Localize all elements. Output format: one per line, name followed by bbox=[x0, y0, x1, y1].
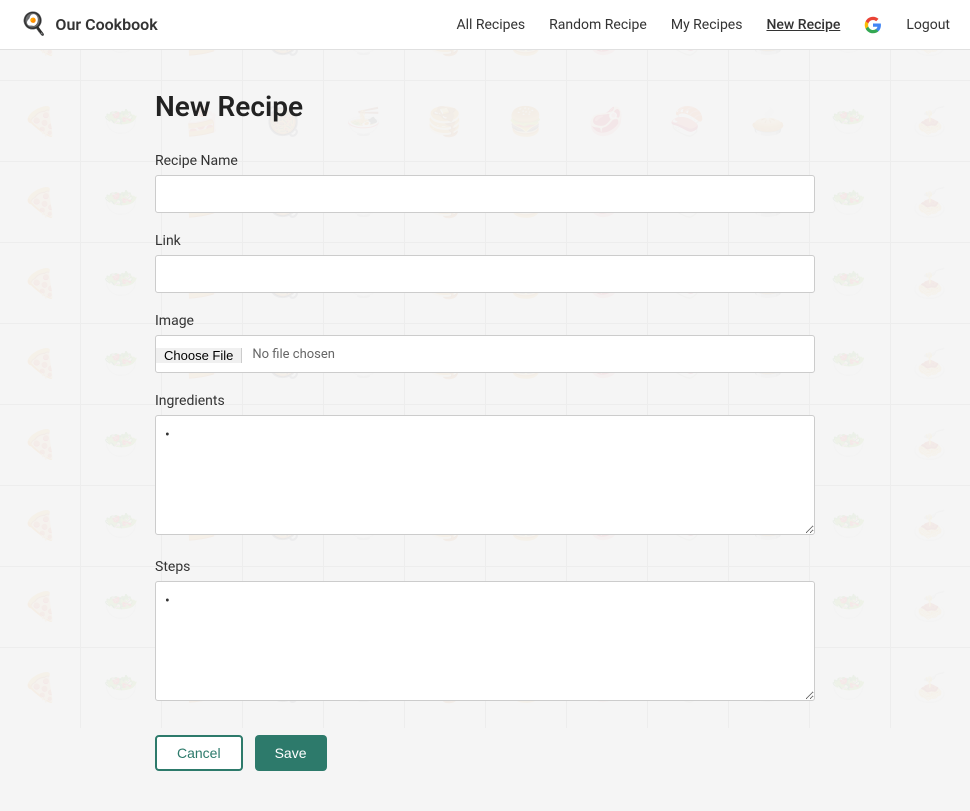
image-label: Image bbox=[155, 313, 815, 329]
nav-links: All Recipes Random Recipe My Recipes New… bbox=[456, 16, 950, 34]
main-content: New Recipe Recipe Name Link Image Choose… bbox=[135, 50, 835, 811]
recipe-name-group: Recipe Name bbox=[155, 153, 815, 213]
link-label: Link bbox=[155, 233, 815, 249]
nav-new-recipe[interactable]: New Recipe bbox=[766, 17, 840, 33]
ingredients-group: Ingredients • bbox=[155, 393, 815, 539]
logout-button[interactable]: Logout bbox=[906, 17, 950, 33]
navbar: 🍳 Our Cookbook All Recipes Random Recipe… bbox=[0, 0, 970, 50]
save-button[interactable]: Save bbox=[255, 735, 327, 771]
brand-icon: 🍳 bbox=[20, 12, 47, 37]
link-group: Link bbox=[155, 233, 815, 293]
link-input[interactable] bbox=[155, 255, 815, 293]
image-group: Image Choose File No file chosen bbox=[155, 313, 815, 373]
steps-group: Steps • bbox=[155, 559, 815, 705]
steps-textarea[interactable] bbox=[155, 581, 815, 701]
ingredients-textarea-wrapper: • bbox=[155, 415, 815, 539]
brand-logo[interactable]: 🍳 Our Cookbook bbox=[20, 12, 158, 37]
google-icon bbox=[864, 16, 882, 34]
file-input-wrapper: Choose File No file chosen bbox=[155, 335, 815, 373]
nav-random-recipe[interactable]: Random Recipe bbox=[549, 17, 647, 33]
new-recipe-form: Recipe Name Link Image Choose File No fi… bbox=[155, 153, 815, 771]
nav-my-recipes[interactable]: My Recipes bbox=[671, 17, 743, 33]
cancel-button[interactable]: Cancel bbox=[155, 735, 243, 771]
recipe-name-label: Recipe Name bbox=[155, 153, 815, 169]
page-title: New Recipe bbox=[155, 90, 815, 123]
file-name-display: No file chosen bbox=[242, 347, 345, 362]
steps-textarea-wrapper: • bbox=[155, 581, 815, 705]
recipe-name-input[interactable] bbox=[155, 175, 815, 213]
nav-all-recipes[interactable]: All Recipes bbox=[456, 17, 525, 33]
ingredients-textarea[interactable] bbox=[155, 415, 815, 535]
steps-label: Steps bbox=[155, 559, 815, 575]
ingredients-label: Ingredients bbox=[155, 393, 815, 409]
choose-file-button[interactable]: Choose File bbox=[156, 348, 242, 363]
brand-name: Our Cookbook bbox=[55, 15, 157, 34]
form-actions: Cancel Save bbox=[155, 735, 815, 771]
